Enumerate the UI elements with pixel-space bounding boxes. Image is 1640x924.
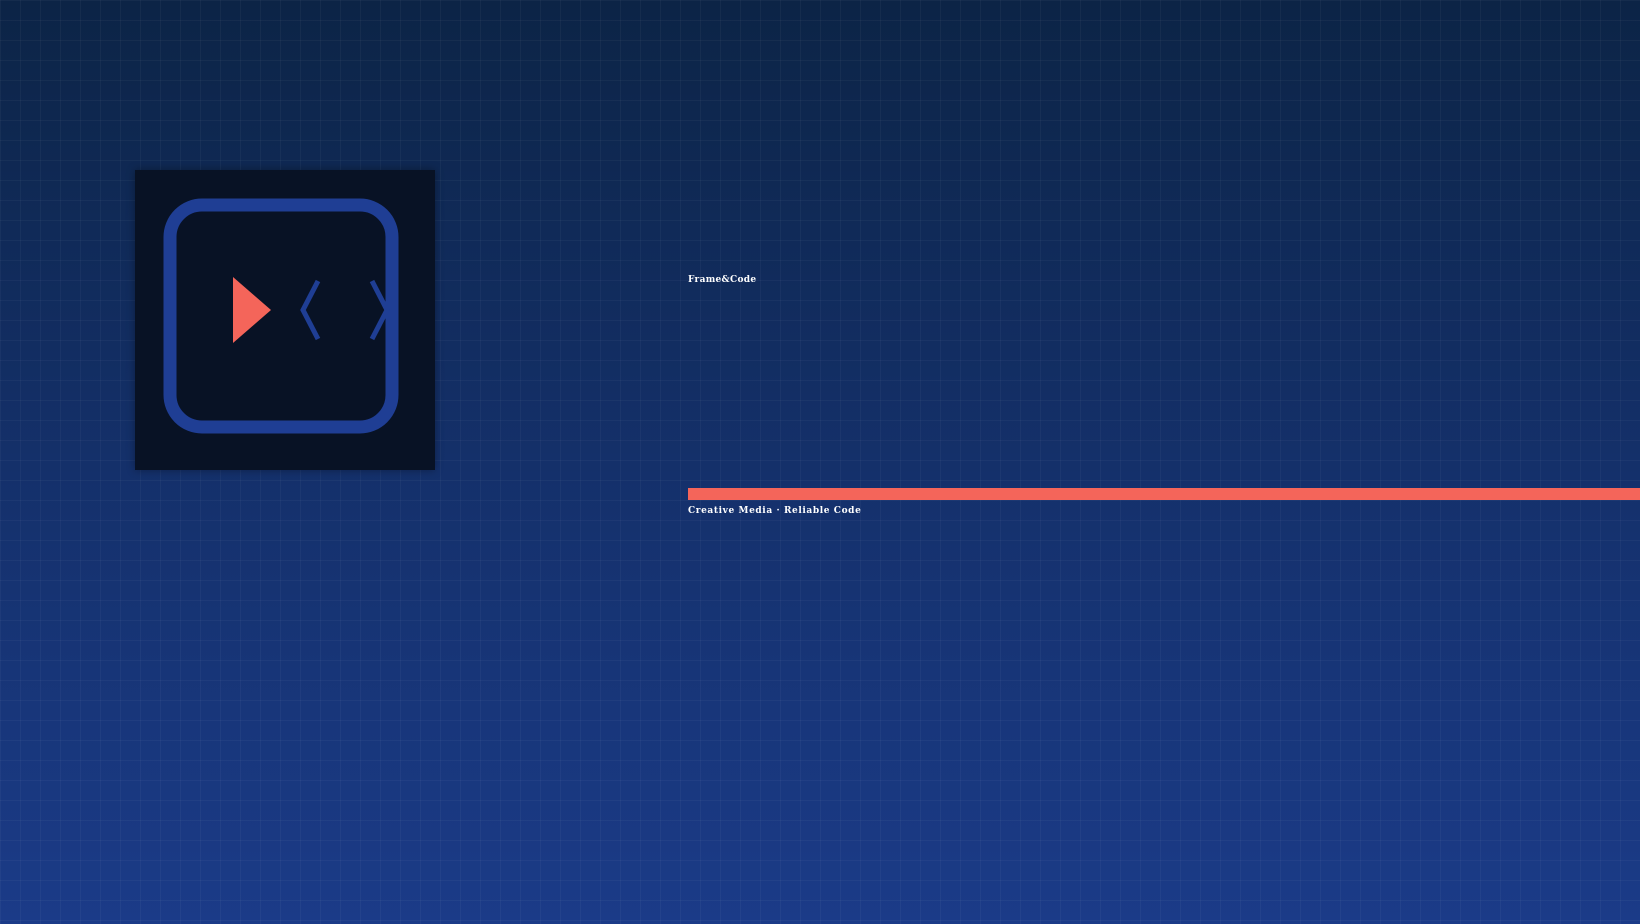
chevron-left-icon <box>300 279 321 341</box>
rounded-frame-icon <box>163 198 399 434</box>
play-icon <box>233 277 271 343</box>
accent-bar <box>688 488 1640 500</box>
brand-name: Frame&Code <box>688 275 757 285</box>
chevron-right-icon <box>369 279 390 341</box>
logo-mark <box>163 198 399 434</box>
logo-tile <box>135 170 435 470</box>
tagline: Creative Media · Reliable Code <box>688 506 862 516</box>
